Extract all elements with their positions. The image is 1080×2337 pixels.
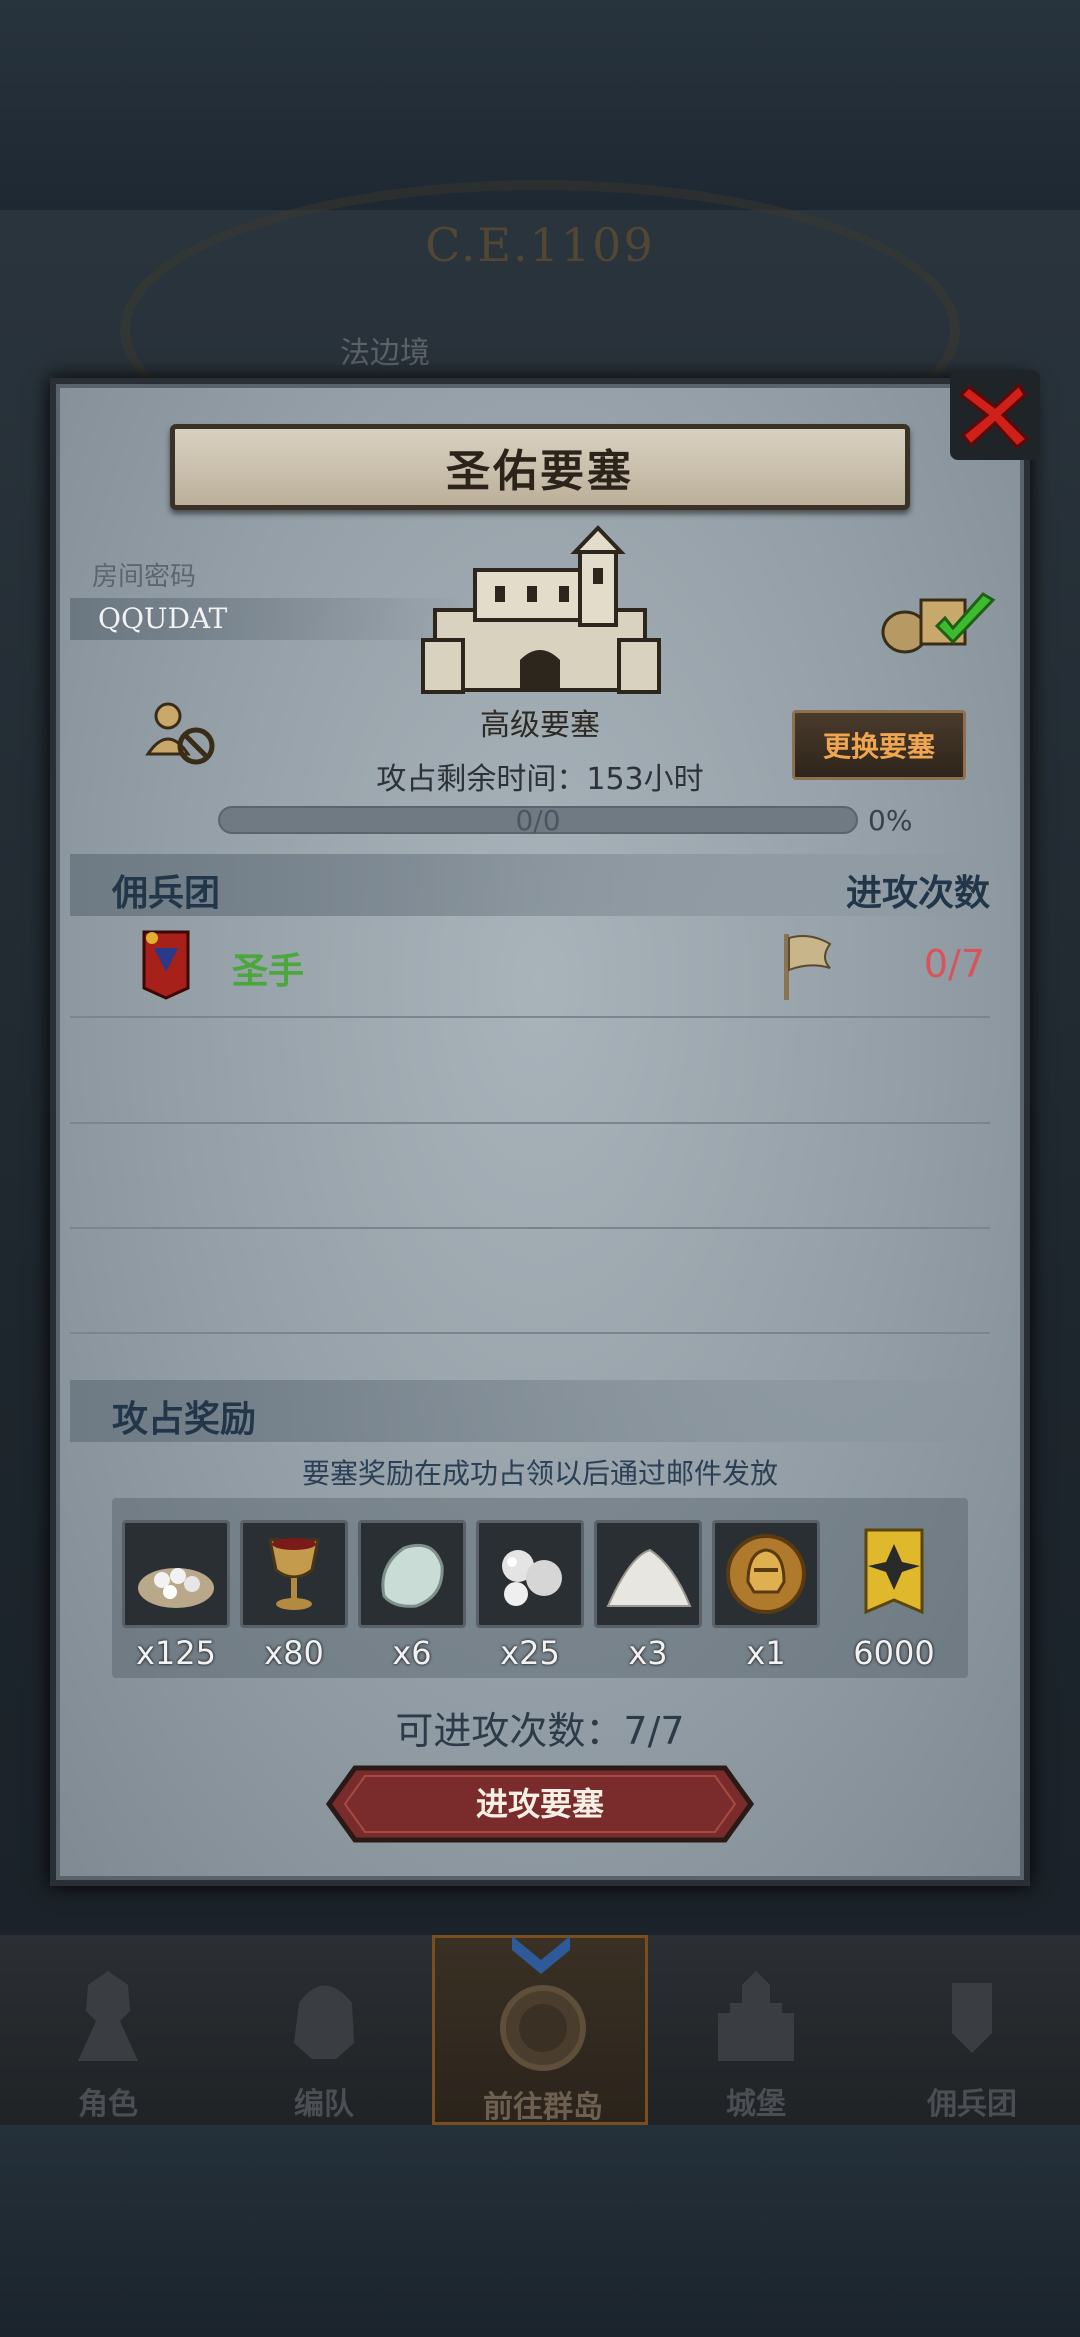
loot-collected-icon[interactable] bbox=[875, 586, 1005, 656]
change-fortress-label: 更换要塞 bbox=[822, 730, 935, 763]
mercenary-icon bbox=[952, 1983, 992, 2053]
mercenary-section-header: 佣兵团 进攻次数 bbox=[70, 854, 990, 916]
nav-label-formation: 编队 bbox=[294, 2087, 354, 2122]
reward-item[interactable]: x125 bbox=[122, 1520, 230, 1672]
mercenary-header-label: 佣兵团 bbox=[112, 873, 221, 914]
helmet-icon bbox=[294, 1985, 354, 2059]
attacks-remaining: 可进攻次数：7/7 bbox=[395, 1709, 685, 1753]
reward-qty: x80 bbox=[264, 1634, 324, 1672]
row-divider bbox=[70, 1122, 990, 1124]
attack-count-header-label: 进攻次数 bbox=[845, 873, 990, 914]
row-divider bbox=[70, 1332, 990, 1334]
nav-label-role: 角色 bbox=[78, 2087, 138, 2122]
reward-item[interactable]: 6000 bbox=[840, 1520, 948, 1672]
row-divider bbox=[70, 1227, 990, 1229]
reward-qty: x6 bbox=[392, 1634, 432, 1672]
nav-label-islands: 前往群岛 bbox=[483, 2090, 603, 2125]
salt-pile-icon bbox=[606, 1548, 692, 1607]
attack-fortress-button[interactable]: 进攻要塞 bbox=[325, 1764, 755, 1844]
close-button[interactable] bbox=[950, 370, 1040, 460]
capture-progress-percent: 0% bbox=[868, 804, 913, 837]
attack-button-label: 进攻要塞 bbox=[475, 1785, 604, 1823]
change-fortress-button[interactable]: 更换要塞 bbox=[792, 710, 966, 780]
silver-pile-icon bbox=[138, 1568, 214, 1608]
castle-icon bbox=[718, 1971, 794, 2061]
reward-qty: 6000 bbox=[853, 1634, 935, 1672]
rewards-header-label: 攻占奖励 bbox=[112, 1399, 257, 1440]
nav-item-role[interactable]: 角色 bbox=[0, 1935, 216, 2125]
nav-label-mercenary: 佣兵团 bbox=[927, 2087, 1017, 2122]
reward-qty: x125 bbox=[135, 1634, 216, 1672]
nav-item-castle[interactable]: 城堡 bbox=[648, 1935, 864, 2125]
helmet-medal-icon bbox=[726, 1534, 806, 1614]
reward-item[interactable]: x1 bbox=[712, 1520, 820, 1672]
nav-item-mercenary[interactable]: 佣兵团 bbox=[864, 1935, 1080, 2125]
region-label: 法边境 bbox=[340, 336, 430, 371]
pearl-icon bbox=[502, 1550, 562, 1606]
guild-banner-icon bbox=[142, 930, 190, 1000]
fortress-grade: 高级要塞 bbox=[480, 708, 600, 743]
reward-item[interactable]: x80 bbox=[240, 1520, 348, 1672]
reward-item[interactable]: x6 bbox=[358, 1520, 466, 1672]
reward-item[interactable]: x3 bbox=[594, 1520, 702, 1672]
era-label: C.E.1109 bbox=[425, 218, 655, 272]
rewards-section-header: 攻占奖励 bbox=[70, 1380, 990, 1442]
mercenary-name: 圣手 bbox=[232, 951, 305, 992]
capture-time-left: 攻占剩余时间：153小时 bbox=[376, 762, 704, 797]
chevron-down-icon bbox=[512, 1936, 570, 1974]
reward-qty: x3 bbox=[628, 1634, 668, 1672]
mercenary-attack-count: 0/7 bbox=[923, 942, 985, 986]
reward-item[interactable]: x25 bbox=[476, 1520, 584, 1672]
capture-progress-text: 0/0 bbox=[515, 804, 561, 837]
reward-qty: x25 bbox=[500, 1634, 560, 1672]
knight-icon bbox=[78, 1971, 138, 2061]
fortress-image bbox=[421, 525, 661, 694]
mercenary-row[interactable]: 圣手 0/7 bbox=[70, 922, 990, 1018]
white-stone-icon bbox=[381, 1543, 444, 1608]
goblet-icon bbox=[268, 1538, 320, 1610]
bottom-backdrop bbox=[0, 2125, 1080, 2337]
room-code-value[interactable]: QQUDAT bbox=[98, 602, 227, 635]
reward-qty: x1 bbox=[746, 1634, 786, 1672]
nav-item-formation[interactable]: 编队 bbox=[216, 1935, 432, 2125]
room-code-label: 房间密码 bbox=[92, 562, 197, 592]
close-icon bbox=[958, 382, 1030, 450]
no-recruit-icon[interactable] bbox=[142, 698, 222, 768]
flag-icon bbox=[784, 934, 832, 1000]
top-backdrop bbox=[0, 0, 1080, 210]
nav-label-castle: 城堡 bbox=[726, 2087, 786, 2122]
dialog-title: 圣佑要塞 bbox=[446, 446, 634, 497]
reward-note: 要塞奖励在成功占领以后通过邮件发放 bbox=[301, 1457, 778, 1490]
compass-icon bbox=[500, 1985, 586, 2071]
dialog-title-banner: 圣佑要塞 bbox=[170, 424, 910, 510]
honor-banner-icon bbox=[864, 1528, 924, 1615]
